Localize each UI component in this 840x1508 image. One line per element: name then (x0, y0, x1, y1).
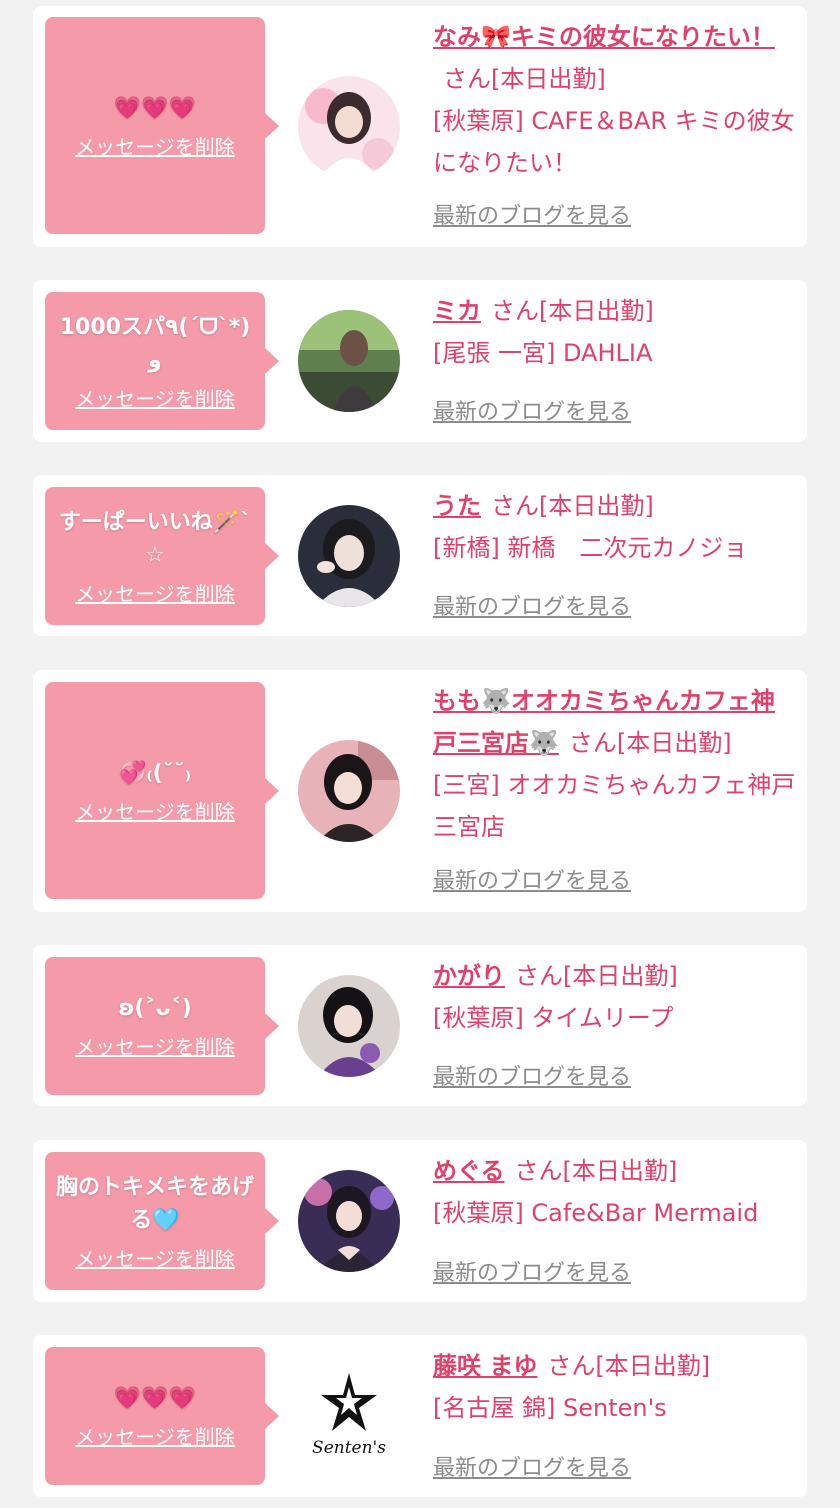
delete-message-link[interactable]: メッセージを削除 (75, 1421, 235, 1450)
latest-blog-link[interactable]: 最新のブログを見る (433, 589, 631, 621)
message-card: ʚ(˃ᴗ˂) メッセージを削除 かがり さん[本日出勤] [秋葉原] タイムリープ… (33, 945, 807, 1106)
cast-name-link[interactable]: うた (433, 492, 481, 520)
cast-name-link[interactable]: めぐる (433, 1157, 505, 1185)
cast-info: かがり さん[本日出勤] [秋葉原] タイムリープ (433, 955, 798, 1039)
delete-message-link[interactable]: メッセージを削除 (75, 1243, 235, 1272)
shop-label: [名古屋 錦] Senten's (433, 1394, 667, 1422)
message-card: すーぱーいいね🪄`☆ メッセージを削除 うた さん[本日出勤] [新橋] 新橋 二… (33, 475, 807, 636)
message-list: 💗💗💗 メッセージを削除 なみ🎀キミの彼女になりたい！さん[本日出勤] [秋葉原… (0, 0, 840, 1508)
cast-info: 藤咲 まゆ さん[本日出勤] [名古屋 錦] Senten's (433, 1345, 798, 1429)
cast-photo-icon (298, 310, 400, 412)
shop-label: [新橋] 新橋 二次元カノジョ (433, 534, 748, 562)
delete-message-link[interactable]: メッセージを削除 (75, 578, 235, 607)
san-label: さん (491, 492, 539, 520)
avatar[interactable] (298, 975, 400, 1077)
status-label: [本日出勤] (563, 962, 678, 990)
message-bubble: 💗💗💗 メッセージを削除 (45, 1347, 279, 1485)
avatar[interactable] (298, 1170, 400, 1272)
message-bubble: すーぱーいいね🪄`☆ メッセージを削除 (45, 487, 279, 625)
cast-photo-icon (298, 740, 400, 842)
message-text: 💞₍(˘˘₎ (118, 760, 192, 786)
message-card: 💞₍(˘˘₎ メッセージを削除 もも🐺オオカミちゃんカフェ神戸三宮店🐺 さん[本日… (33, 670, 807, 912)
message-card: 💗💗💗 メッセージを削除 Senten's 藤咲 まゆ さん[本日出勤] [名古屋… (33, 1335, 807, 1497)
cast-photo-icon (298, 76, 400, 178)
message-card: 胸のトキメキをあげる🩵 メッセージを削除 めぐる さん[本日出勤] [秋葉原] C… (33, 1140, 807, 1302)
message-text: ʚ(˃ᴗ˂) (118, 996, 192, 1021)
message-bubble: 1000スパ٩(ˊᗜˋ*)و メッセージを削除 (45, 292, 279, 430)
latest-blog-link[interactable]: 最新のブログを見る (433, 1059, 631, 1091)
shop-label: [尾張 一宮] DAHLIA (433, 339, 653, 367)
san-label: さん (547, 1352, 596, 1380)
message-card: 1000スパ٩(ˊᗜˋ*)و メッセージを削除 ミカ さん[本日出勤] [尾張 一… (33, 280, 807, 442)
cast-info: ミカ さん[本日出勤] [尾張 一宮] DAHLIA (433, 290, 798, 374)
san-label: さん (514, 1157, 563, 1185)
cast-photo-icon (298, 1170, 400, 1272)
delete-message-link[interactable]: メッセージを削除 (75, 131, 235, 160)
cast-photo-icon (298, 505, 400, 607)
latest-blog-link[interactable]: 最新のブログを見る (433, 863, 631, 895)
latest-blog-link[interactable]: 最新のブログを見る (433, 198, 631, 230)
message-text: 1000スパ٩(ˊᗜˋ*)و (59, 314, 251, 373)
status-label: [本日出勤] (562, 1157, 678, 1185)
senten-logo-text: Senten's (312, 1438, 386, 1458)
status-label: [本日出勤] (595, 1352, 711, 1380)
cast-name-link[interactable]: ミカ (433, 297, 481, 325)
latest-blog-link[interactable]: 最新のブログを見る (433, 1450, 631, 1482)
delete-message-link[interactable]: メッセージを削除 (75, 796, 235, 825)
delete-message-link[interactable]: メッセージを削除 (75, 383, 235, 412)
san-label: さん (515, 962, 563, 990)
message-bubble: 💞₍(˘˘₎ メッセージを削除 (45, 682, 279, 899)
shop-label: [三宮] オオカミちゃんカフェ神戸三宮店 (433, 771, 796, 841)
status-label: [本日出勤] (539, 492, 654, 520)
message-text: 💗💗💗 (113, 95, 197, 121)
shop-label: [秋葉原] Cafe&Bar Mermaid (433, 1199, 759, 1227)
cast-name-link[interactable]: 藤咲 まゆ (433, 1352, 537, 1380)
status-label: [本日出勤] (539, 297, 654, 325)
message-card: 💗💗💗 メッセージを削除 なみ🎀キミの彼女になりたい！ さん[本日出勤] [秋葉原… (33, 6, 807, 247)
message-text: 💗💗💗 (113, 1386, 197, 1411)
latest-blog-link[interactable]: 最新のブログを見る (433, 1255, 631, 1287)
cast-photo-icon (298, 975, 400, 1077)
san-label: さん (491, 297, 539, 325)
san-label: さん (443, 65, 491, 93)
status-label: [本日出勤] (491, 65, 606, 93)
message-bubble: ʚ(˃ᴗ˂) メッセージを削除 (45, 957, 279, 1095)
status-label: [本日出勤] (616, 729, 732, 757)
avatar[interactable]: Senten's (298, 1365, 400, 1467)
message-bubble: 胸のトキメキをあげる🩵 メッセージを削除 (45, 1152, 279, 1290)
san-label: さん (568, 729, 617, 757)
delete-message-link[interactable]: メッセージを削除 (75, 1031, 235, 1060)
shop-label: [秋葉原] タイムリープ (433, 1004, 674, 1032)
cast-name-link[interactable]: なみ🎀キミの彼女になりたい！ (433, 23, 775, 51)
message-bubble: 💗💗💗 メッセージを削除 (45, 17, 279, 234)
shop-label: [秋葉原] CAFE＆BAR キミの彼女になりたい！ (433, 107, 795, 177)
cast-info: めぐる さん[本日出勤] [秋葉原] Cafe&Bar Mermaid (433, 1150, 798, 1234)
cast-name-link[interactable]: かがり (433, 962, 505, 990)
avatar[interactable] (298, 740, 400, 842)
cast-info: もも🐺オオカミちゃんカフェ神戸三宮店🐺 さん[本日出勤] [三宮] オオカミちゃん… (433, 680, 798, 848)
avatar[interactable] (298, 76, 400, 178)
cast-info: なみ🎀キミの彼女になりたい！ さん[本日出勤] [秋葉原] CAFE＆BAR キミ… (433, 16, 798, 184)
message-text: すーぱーいいね🪄`☆ (58, 509, 252, 568)
avatar[interactable] (298, 505, 400, 607)
message-text: 胸のトキメキをあげる🩵 (55, 1174, 254, 1233)
avatar[interactable] (298, 310, 400, 412)
cast-info: うた さん[本日出勤] [新橋] 新橋 二次元カノジョ (433, 485, 798, 569)
senten-logo: Senten's (298, 1365, 400, 1467)
latest-blog-link[interactable]: 最新のブログを見る (433, 394, 631, 426)
